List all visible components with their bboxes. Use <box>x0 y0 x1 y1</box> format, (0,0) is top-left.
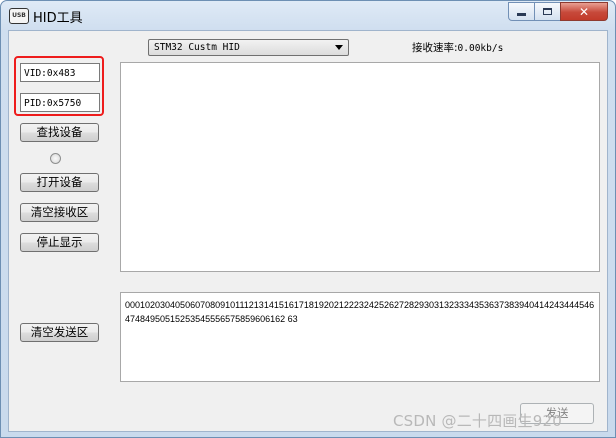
open-device-button[interactable]: 打开设备 <box>20 173 99 192</box>
receive-rate: 接收速率:0.00kb/s <box>412 40 503 55</box>
chevron-down-icon <box>335 45 343 50</box>
clear-receive-button[interactable]: 清空接收区 <box>20 203 99 222</box>
window-title: HID工具 <box>33 11 83 26</box>
csdn-watermark: CSDN @二十四画生920 <box>393 412 562 430</box>
title-bar[interactable]: USB HID工具 ✕ <box>1 1 615 31</box>
find-device-button[interactable]: 查找设备 <box>20 123 99 142</box>
usb-app-icon: USB <box>9 8 29 24</box>
device-status-radio[interactable] <box>50 153 61 164</box>
close-icon: ✕ <box>578 4 590 19</box>
minimize-button[interactable] <box>508 2 535 21</box>
receive-rate-value: 0.00kb/s <box>457 43 504 54</box>
receive-rate-label: 接收速率: <box>412 42 458 54</box>
device-select-value: STM32 Custm HID <box>154 42 240 53</box>
vid-field[interactable]: VID:0x483 <box>20 63 100 82</box>
clear-send-button[interactable]: 清空发送区 <box>20 323 99 342</box>
pid-field[interactable]: PID:0x5750 <box>20 93 100 112</box>
stop-display-button[interactable]: 停止显示 <box>20 233 99 252</box>
minimize-icon <box>517 13 526 16</box>
send-area[interactable]: 0001020304050607080910111213141516171819… <box>120 292 600 382</box>
app-window: USB HID工具 ✕ VID:0x483 PID:0x5750 查找设备 打开… <box>0 0 616 438</box>
receive-area[interactable] <box>120 62 600 272</box>
device-select[interactable]: STM32 Custm HID <box>148 39 349 56</box>
maximize-button[interactable] <box>534 2 561 21</box>
maximize-icon <box>543 8 552 15</box>
close-button[interactable]: ✕ <box>560 2 608 21</box>
client-area: VID:0x483 PID:0x5750 查找设备 打开设备 清空接收区 停止显… <box>8 30 608 432</box>
